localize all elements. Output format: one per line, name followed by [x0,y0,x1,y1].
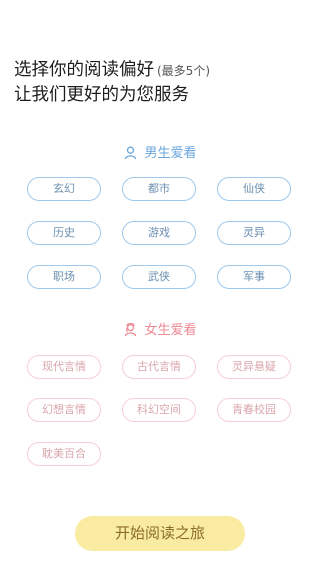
heading-line-1: 选择你的阅读偏好 (最多5个) [14,58,314,83]
genre-tag-male[interactable]: 灵异 [217,221,291,245]
female-user-icon [125,323,137,337]
genre-tag-male[interactable]: 都市 [122,177,196,201]
male-user-icon [125,146,137,160]
heading-hint: (最多5个) [157,64,210,78]
male-section-title: 男生爱看 [0,145,320,163]
genre-tag-male[interactable]: 玄幻 [27,177,101,201]
genre-tag-male[interactable]: 游戏 [122,221,196,245]
genre-tag-male[interactable]: 武侠 [122,265,196,289]
genre-tag-female[interactable]: 科幻空间 [122,398,196,422]
heading-title: 选择你的阅读偏好 [14,60,154,80]
genre-tag-male[interactable]: 职场 [27,265,101,289]
female-section-label: 女生爱看 [144,323,197,338]
genre-tag-female[interactable]: 现代言情 [27,355,101,379]
genre-tag-female[interactable]: 古代言情 [122,355,196,379]
genre-tag-male[interactable]: 历史 [27,221,101,245]
preference-heading: 选择你的阅读偏好 (最多5个) 让我们更好的为您服务 [14,58,314,107]
genre-tag-male[interactable]: 仙侠 [217,177,291,201]
genre-tag-female[interactable]: 耽美百合 [27,442,101,466]
genre-tag-male[interactable]: 军事 [217,265,291,289]
heading-line-2: 让我们更好的为您服务 [14,85,189,105]
genre-tag-female[interactable]: 灵异悬疑 [217,355,291,379]
female-section-title: 女生爱看 [0,322,320,340]
start-reading-button[interactable]: 开始阅读之旅 [75,516,245,551]
genre-tag-female[interactable]: 幻想言情 [27,398,101,422]
male-section-label: 男生爱看 [144,146,197,161]
genre-tag-female[interactable]: 青春校园 [217,398,291,422]
